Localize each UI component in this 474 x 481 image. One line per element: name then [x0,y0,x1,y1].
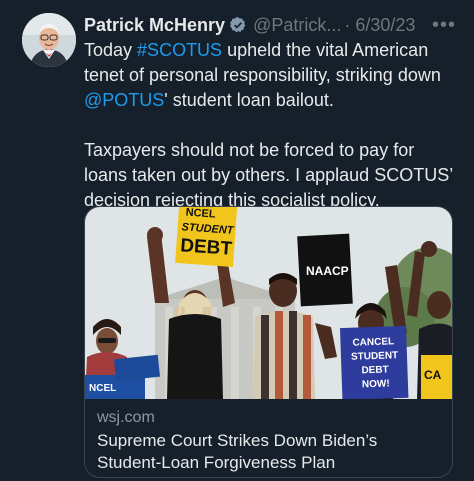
sign-text: DEBT [361,364,389,376]
tweet-paragraph-1: Today #SCOTUS upheld the vital American … [84,38,456,113]
avatar[interactable] [22,13,76,67]
author-handle[interactable]: @Patrick... [253,15,341,36]
card-image[interactable]: NCEL NCEL STUDENT DEBT NAACP CANCEL STUD… [85,207,452,399]
sign-text: STUDENT [351,350,399,363]
more-options-icon[interactable]: ••• [432,14,456,37]
tweet-date[interactable]: 6/30/23 [355,15,415,36]
sign-text: NCEL [185,207,216,221]
card-domain[interactable]: wsj.com [97,409,155,427]
tweet-text: Today #SCOTUS upheld the vital American … [84,38,456,213]
card-title[interactable]: Supreme Court Strikes Down Biden’s Stude… [97,430,442,474]
sign-text: NAACP [306,264,349,278]
avatar-photo [22,13,76,67]
tweet[interactable]: Patrick McHenry @Patrick... · 6/30/23 ••… [0,0,474,481]
hashtag-link[interactable]: #SCOTUS [137,40,222,60]
text-segment: ' student loan bailout. [164,90,334,110]
tweet-paragraph-2: Taxpayers should not be forced to pay fo… [84,140,453,210]
author-name[interactable]: Patrick McHenry [84,15,225,36]
sign-text: NCEL [89,383,116,394]
mention-link[interactable]: @POTUS [84,90,164,110]
link-card[interactable]: NCEL NCEL STUDENT DEBT NAACP CANCEL STUD… [84,206,453,478]
sign-text: CANCEL [352,336,394,348]
sign-text: CA [424,368,442,382]
tweet-header: Patrick McHenry @Patrick... · 6/30/23 ••… [84,12,466,38]
separator-dot: · [344,14,351,35]
text-segment: Today [84,40,138,60]
sign-text: NOW! [362,378,390,390]
verified-badge-icon [230,17,246,33]
sign-text: DEBT [180,235,233,260]
